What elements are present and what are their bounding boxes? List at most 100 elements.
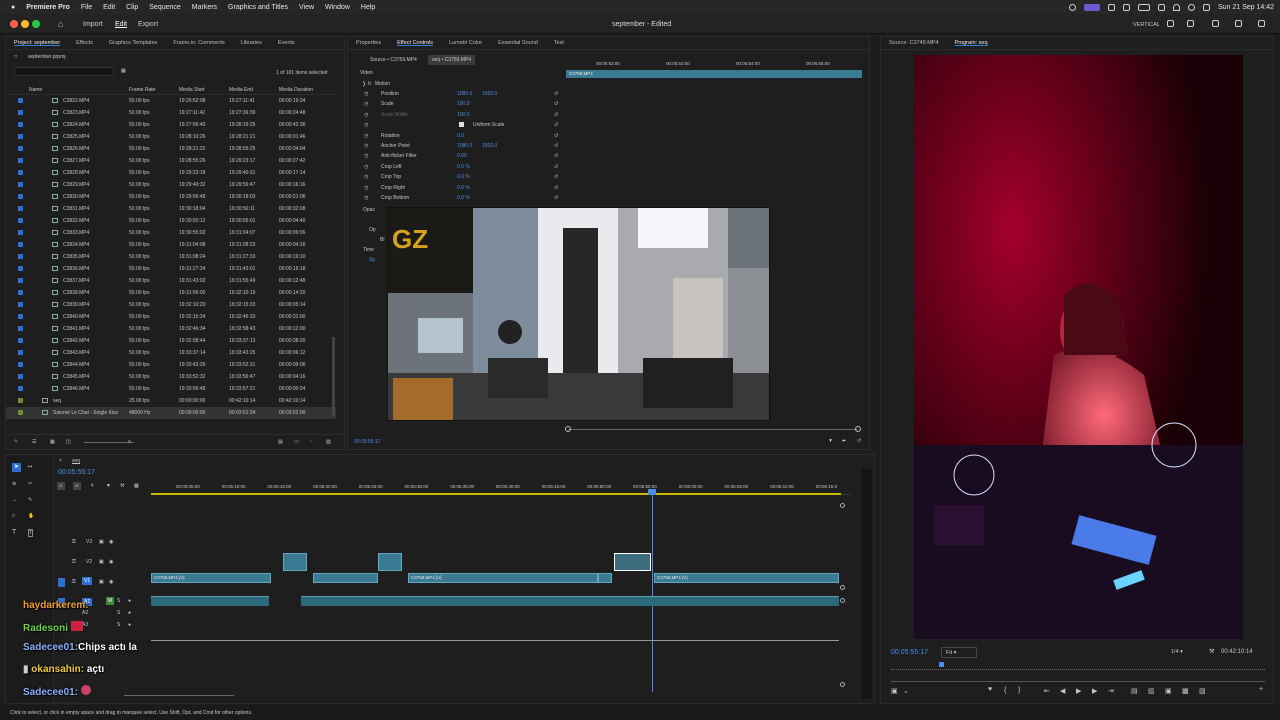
reset-property-icon[interactable]: ↺ [554,143,558,149]
dropdown-icon[interactable]: ⌄ [903,687,909,695]
ec-clip-bar[interactable]: C3759.MP4 [566,70,862,78]
program-scrubber[interactable] [891,665,1265,670]
reset-property-icon[interactable]: ↺ [554,112,558,118]
feedback-icon[interactable] [1212,20,1219,27]
slip-icon[interactable]: ↔ [12,497,17,503]
snap-icon[interactable]: ∪ [57,482,65,490]
close-window-button[interactable] [10,20,18,28]
reset-property-icon[interactable]: ↺ [554,195,558,201]
seq-clip-tab[interactable]: seq • C3759.MP4 [428,55,475,65]
stopwatch-icon[interactable]: ◷ [364,174,368,180]
project-scrollbar[interactable] [332,337,335,417]
ec-zoom-handle-right[interactable] [855,426,861,432]
nest-icon[interactable]: ⚘ [90,483,94,489]
tab-program-monitor[interactable]: Program: seq [947,40,996,46]
ripple-edit-icon[interactable]: ⊕ [12,481,16,487]
mark-in-icon[interactable]: { [1004,687,1006,694]
project-row[interactable]: C3839.MP4 50.00 fps 19:32:10:20 19:32:15:33… [6,299,336,311]
wrench-icon[interactable]: ⚒ [1209,648,1214,655]
label-color-swatch[interactable] [18,134,23,139]
mic-icon[interactable]: ● [128,610,131,616]
v1-clip[interactable]: C3759.MP4 [V] [654,573,839,583]
tab-frameio[interactable]: Frame.io: Comments [165,40,232,46]
extract-icon[interactable]: ▥ [1148,687,1155,695]
program-video-frame[interactable] [914,55,1243,639]
control-center-icon[interactable] [1202,3,1210,11]
ec-property-value[interactable]: 1080.0 [457,143,472,149]
v1-clip[interactable]: C3758.MP4 [V] [151,573,271,583]
menu-view[interactable]: View [299,4,314,11]
ec-property-value[interactable]: 1080.0 [457,91,472,97]
ec-property-value[interactable]: 0.0 [457,133,464,139]
selection-tool-icon[interactable]: ➤ [12,463,21,472]
menu-help[interactable]: Help [361,4,375,11]
ec-property-row[interactable]: ◷ Anti-flicker Filter 0.00 ↺ [358,151,563,161]
stopwatch-icon[interactable]: ◷ [364,195,368,201]
v1-clip[interactable] [313,573,378,583]
search-icon[interactable] [1187,3,1195,11]
linked-icon[interactable]: ∞ [73,482,81,490]
tab-lumetri[interactable]: Lumetri Color [441,40,490,46]
track-v1[interactable]: V1 [82,577,93,585]
vertical-scroll-handle[interactable] [840,682,845,687]
caption-tool-icon[interactable]: T [28,529,34,537]
ec-property-row[interactable]: ◷ Crop Top 0.0 % ↺ [358,172,563,182]
quality-dropdown[interactable]: 1/4 ▾ [1169,647,1199,658]
marker-icon[interactable]: ▼ [106,483,111,489]
cc-icon[interactable] [1083,3,1100,11]
reset-property-icon[interactable]: ↺ [554,174,558,180]
mic-icon[interactable]: ● [128,622,131,628]
apple-icon[interactable]: ● [11,4,15,11]
ec-zoom-bar[interactable] [568,429,858,430]
tab-effect-controls[interactable]: Effect Controls [389,40,441,46]
share-icon[interactable] [1187,20,1194,27]
ec-property-value[interactable]: 0.0 % [457,195,470,201]
zoom-window-button[interactable] [32,20,40,28]
project-row[interactable]: C3840.MP4 50.00 fps 19:32:15:34 19:32:46:33… [6,311,336,323]
project-row[interactable]: C3828.MP4 50.00 fps 19:29:23:18 19:29:40:31… [6,167,336,179]
project-row[interactable]: C3838.MP4 50.00 fps 19:31:56:00 19:32:10:19… [6,287,336,299]
seq-tab[interactable]: seq [72,458,80,464]
reset-property-icon[interactable]: ↺ [554,101,558,107]
tab-properties[interactable]: Properties [348,40,389,46]
vertical-scroll-handle[interactable] [840,598,845,603]
lock-icon[interactable]: ⚿ [72,559,76,565]
minimize-window-button[interactable] [21,20,29,28]
label-color-swatch[interactable] [18,182,23,187]
work-area-bar[interactable] [151,493,841,495]
stopwatch-icon[interactable]: ◷ [364,122,368,128]
label-color-swatch[interactable] [18,314,23,319]
track-v3[interactable]: V3 [86,539,92,545]
label-color-swatch[interactable] [18,218,23,223]
program-zoom-bar[interactable] [891,681,1265,682]
label-color-swatch[interactable] [18,194,23,199]
ec-property-row[interactable]: ◷ Anchor Point 1080.0 1920.0 ↺ [358,141,563,151]
stopwatch-icon[interactable]: ◷ [364,112,368,118]
ec-property-row[interactable]: ◷ Crop Bottom 0.0 % ↺ [358,193,563,203]
ec-property-row[interactable]: ◷ Scale 100.0 ↺ [358,99,563,109]
step-forward-icon[interactable]: ▶ [1092,687,1097,695]
ec-property-row[interactable]: ◷ Rotation 0.0 ↺ [358,131,563,141]
close-seq-icon[interactable]: × [59,458,62,464]
ec-property-value[interactable]: 0.0 % [457,164,470,170]
ec-property-value[interactable]: 1920.0 [482,91,497,97]
lock-icon[interactable]: ⚿ [72,539,76,545]
display-icon[interactable] [1122,3,1130,11]
ec-property-row[interactable]: ◷ Crop Left 0.0 % ↺ [358,162,563,172]
tab-libraries[interactable]: Libraries [233,40,270,46]
rectangle-icon[interactable]: □ [12,513,15,519]
track-select-icon[interactable]: ↦ [28,464,32,470]
nav-import[interactable]: Import [83,21,103,28]
ec-property-value[interactable]: 100.0 [457,112,470,118]
label-color-swatch[interactable] [18,326,23,331]
step-back-icon[interactable]: ◀ [1060,687,1065,695]
toggle-output-icon[interactable]: ▣ [99,539,104,545]
razor-icon[interactable]: ✂ [28,481,32,487]
project-row[interactable]: C3837.MP4 50.00 fps 19:31:43:02 19:31:55:49… [6,275,336,287]
label-color-swatch[interactable] [18,254,23,259]
source-clip-tab[interactable]: Source • C3759.MP4 [370,57,417,63]
filter-icon[interactable]: ▼ [828,438,833,444]
eye-icon[interactable]: ◉ [109,579,113,585]
menu-edit[interactable]: Edit [103,4,115,11]
project-row[interactable]: C3835.MP4 50.00 fps 19:31:08:24 19:31:27:33… [6,251,336,263]
